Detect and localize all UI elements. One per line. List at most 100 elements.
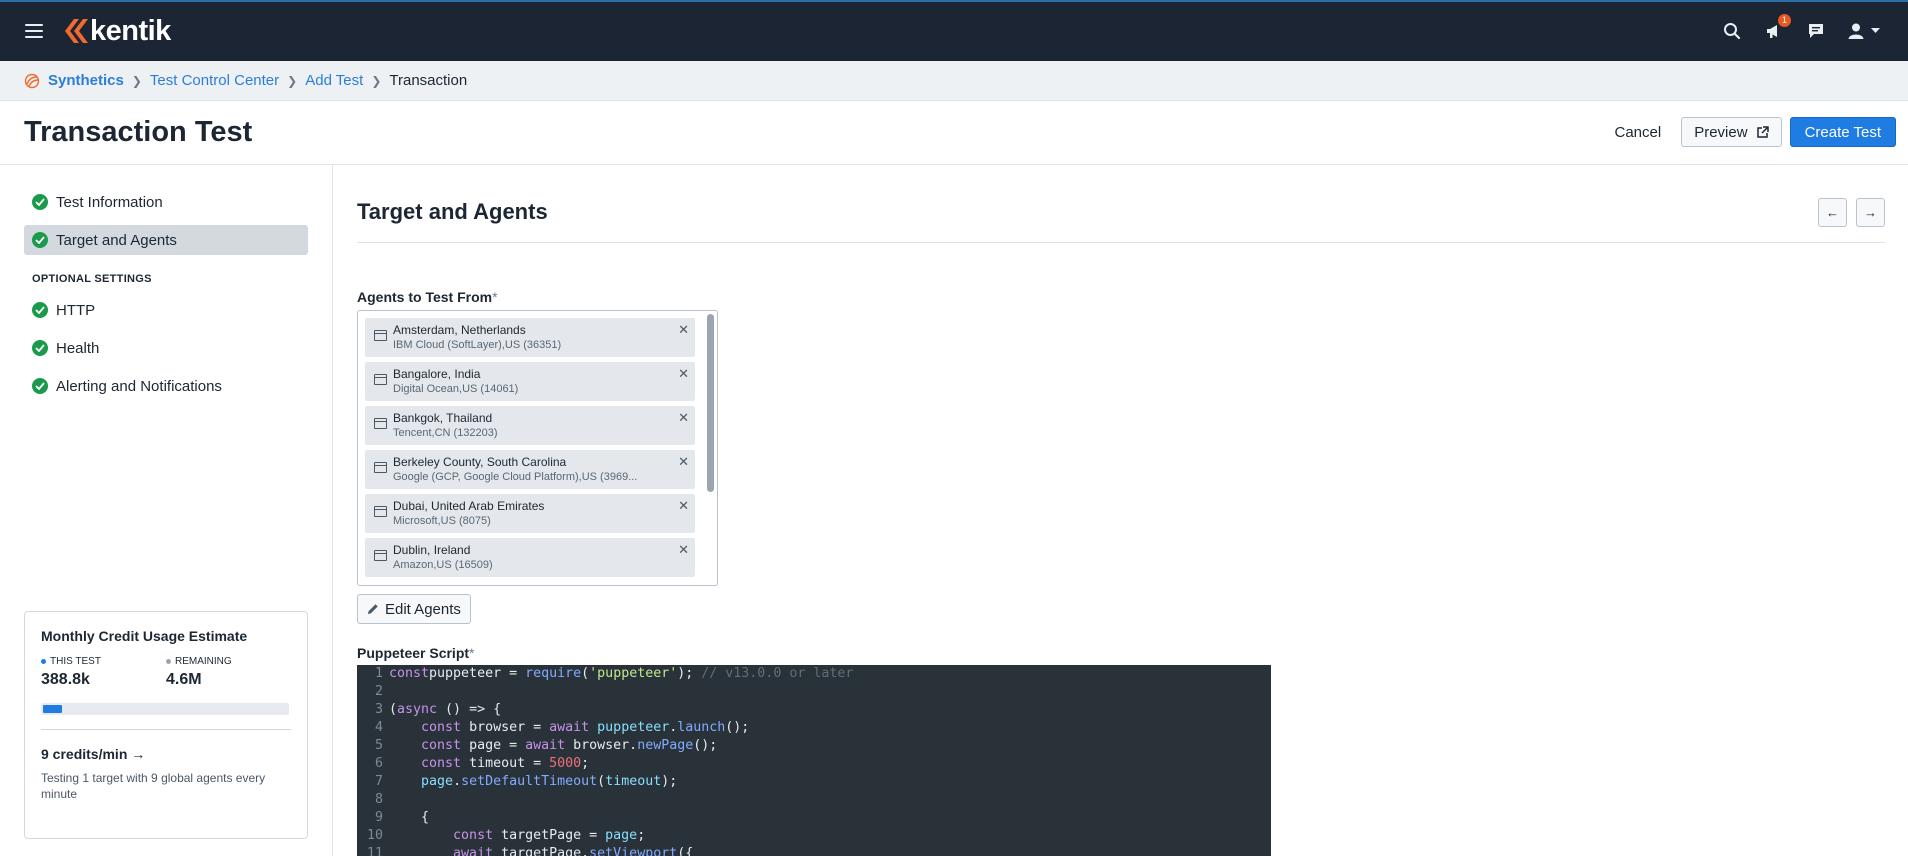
code-text: await targetPage.setViewport({ [453, 846, 694, 856]
chat-icon[interactable] [1805, 20, 1827, 42]
nav-item-target-and-agents[interactable]: Target and Agents [24, 225, 308, 255]
nav-item-label: Alerting and Notifications [56, 377, 222, 395]
nav-item-label: HTTP [56, 301, 96, 319]
user-menu[interactable] [1847, 22, 1880, 40]
code-line: 2 [357, 683, 1271, 701]
breadcrumb: Synthetics ❯ Test Control Center ❯ Add T… [0, 61, 1908, 101]
browser-window-icon [374, 506, 387, 517]
line-number: 4 [374, 720, 383, 735]
page-title: Transaction Test [24, 116, 253, 148]
agent-name: Amsterdam, Netherlands [393, 323, 526, 337]
agent-list: Amsterdam, Netherlands IBM Cloud (SoftLay… [365, 318, 695, 582]
section-title: Target and Agents [357, 199, 548, 224]
code-text: (async () => { [389, 702, 502, 717]
remove-agent-icon[interactable]: ✕ [678, 498, 689, 514]
agent-provider: Amazon,US (16509) [393, 559, 493, 571]
agent-name: Dublin, Ireland [393, 543, 471, 557]
previous-step-button[interactable]: ← [1818, 198, 1847, 227]
breadcrumb-test-control-center[interactable]: Test Control Center [150, 72, 279, 89]
megaphone-icon[interactable]: 1 [1763, 14, 1791, 42]
browser-window-icon [374, 550, 387, 561]
browser-window-icon [374, 330, 387, 341]
agent-item: Dubai, United Arab Emirates Microsoft,US … [365, 494, 695, 533]
nav-item-http[interactable]: HTTP [24, 295, 308, 325]
breadcrumb-current: Transaction [389, 72, 468, 89]
agent-name: Dubai, United Arab Emirates [393, 499, 545, 513]
remove-agent-icon[interactable]: ✕ [678, 542, 689, 558]
code-line: 3 (async () => { [357, 701, 1271, 719]
code-line: 9 { [357, 809, 1271, 827]
agent-item: Bangalore, India Digital Ocean,US (14061)… [365, 362, 695, 401]
hamburger-menu-icon[interactable] [25, 24, 43, 38]
chevron-right-icon: ❯ [287, 73, 298, 88]
page-header: Transaction Test Cancel Preview Create T… [0, 101, 1908, 165]
nav-item-alerting[interactable]: Alerting and Notifications [24, 371, 308, 401]
scrollbar-thumb[interactable] [707, 314, 714, 492]
code-line: 8 [357, 791, 1271, 809]
edit-agents-button[interactable]: Edit Agents [357, 594, 471, 624]
nav-item-test-information[interactable]: Test Information [24, 187, 308, 217]
browser-window-icon [374, 418, 387, 429]
check-circle-icon [32, 378, 48, 394]
agent-provider: IBM Cloud (SoftLayer),US (36351) [393, 339, 562, 351]
divider [41, 729, 291, 730]
preview-label: Preview [1694, 123, 1748, 141]
check-circle-icon [32, 340, 48, 356]
remove-agent-icon[interactable]: ✕ [678, 410, 689, 426]
agent-item: Bankgok, Thailand Tencent,CN (132203) ✕ [365, 406, 695, 445]
agent-item: Berkeley County, South Carolina Google (G… [365, 450, 695, 489]
create-test-button[interactable]: Create Test [1789, 117, 1896, 147]
line-number: 7 [374, 774, 383, 789]
line-number: 6 [374, 756, 383, 771]
code-text: const timeout = 5000; [421, 756, 590, 771]
credit-usage-bar [41, 703, 289, 715]
remove-agent-icon[interactable]: ✕ [678, 322, 689, 338]
nav-item-label: Health [56, 339, 100, 357]
code-line: 1 constpuppeteer = require('puppeteer'); … [357, 665, 1271, 683]
line-number: 8 [374, 792, 383, 807]
line-number: 1 [374, 666, 383, 681]
check-circle-icon [32, 194, 48, 210]
chevron-right-icon: ❯ [371, 73, 382, 88]
agent-provider: Digital Ocean,US (14061) [393, 383, 519, 395]
agents-list-box[interactable]: Amsterdam, Netherlands IBM Cloud (SoftLay… [357, 310, 718, 586]
pencil-icon [368, 604, 378, 614]
this-test-value: 388.8k [41, 671, 90, 688]
synthetics-icon [24, 73, 40, 88]
code-text: const browser = await puppeteer.launch()… [421, 720, 750, 735]
kentik-logo[interactable]: kentik [62, 14, 171, 48]
breadcrumb-synthetics[interactable]: Synthetics [48, 72, 124, 89]
agent-item: Dublin, Ireland Amazon,US (16509) ✕ [365, 538, 695, 577]
scrollbar[interactable] [707, 314, 714, 582]
caret-down-icon [1871, 28, 1880, 33]
cancel-button[interactable]: Cancel [1603, 118, 1674, 147]
external-link-icon [1756, 125, 1769, 138]
line-number: 2 [374, 684, 383, 699]
agent-name: Bankgok, Thailand [393, 411, 493, 425]
preview-button[interactable]: Preview [1681, 117, 1782, 147]
agents-field-label: Agents to Test From* [357, 289, 498, 305]
nav-item-label: Target and Agents [56, 231, 177, 249]
main-content: Target and Agents ← → Agents to Test Fro… [333, 165, 1908, 856]
puppeteer-script-editor[interactable]: 1 constpuppeteer = require('puppeteer'); … [357, 665, 1271, 856]
kentik-logo-mark-icon [65, 19, 88, 43]
search-icon[interactable] [1721, 20, 1743, 42]
credit-usage-bar-fill [43, 705, 62, 713]
nav-item-health[interactable]: Health [24, 333, 308, 363]
breadcrumb-add-test[interactable]: Add Test [305, 72, 363, 89]
agent-name: Bangalore, India [393, 367, 481, 381]
step-navigation: ← → [1818, 198, 1885, 227]
remaining-value: 4.6M [166, 671, 202, 688]
code-line: 7 page.setDefaultTimeout(timeout); [357, 773, 1271, 791]
agent-provider: Tencent,CN (132203) [393, 427, 498, 439]
next-step-button[interactable]: → [1856, 198, 1885, 227]
remove-agent-icon[interactable]: ✕ [678, 366, 689, 382]
code-text: const targetPage = page; [453, 828, 646, 843]
credits-per-minute-link[interactable]: 9 credits/min → [41, 746, 291, 762]
line-number: 3 [374, 702, 383, 717]
script-field-label: Puppeteer Script* [357, 645, 475, 661]
line-number: 5 [374, 738, 383, 753]
credit-usage-card: Monthly Credit Usage Estimate THIS TEST … [24, 611, 308, 839]
logo-text: kentik [90, 14, 171, 47]
remove-agent-icon[interactable]: ✕ [678, 454, 689, 470]
